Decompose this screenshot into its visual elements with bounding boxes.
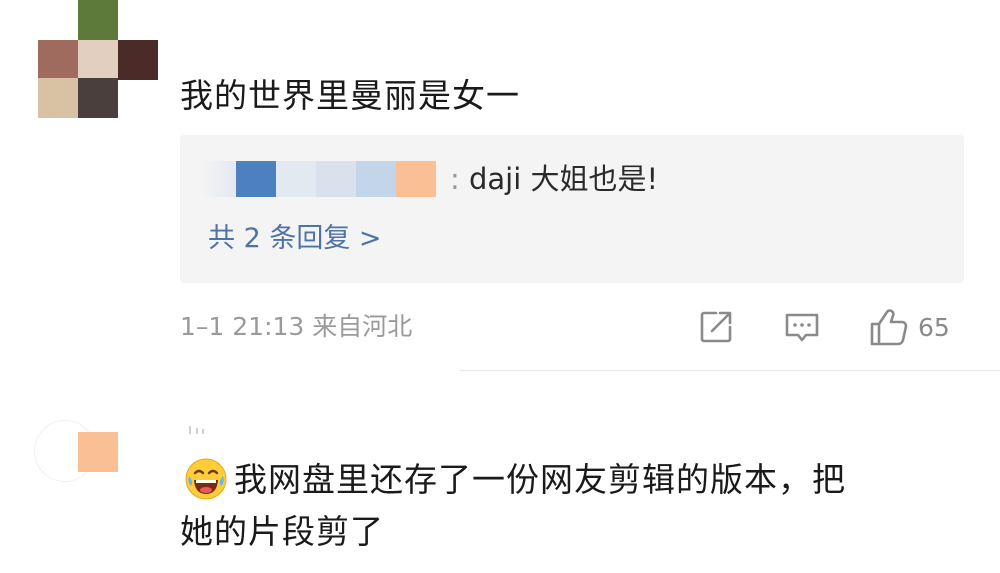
redaction-block [200,161,236,197]
like-button[interactable]: 65 [868,306,950,348]
redaction-mark [189,426,204,434]
avatar-pixel [38,78,78,118]
comment-icon [785,313,819,342]
reply-box[interactable]: : daji 大姐也是! 共 2 条回复 > [180,135,964,283]
reply-separator: : [450,162,460,196]
reply-content: daji 大姐也是! [469,162,659,196]
reply-username-redacted[interactable] [200,161,436,197]
redaction-block [316,161,356,197]
comment-text-line: 她的片段剪了 [180,512,384,551]
comment-text-line: 我网盘里还存了一份网友剪辑的版本，把 [234,460,846,499]
share-button[interactable] [696,306,736,348]
redaction-block [396,161,436,197]
reply-count-link[interactable]: 共 2 条回复 > [208,221,382,257]
redaction-block [356,161,396,197]
avatar-pixel [118,40,158,80]
like-count: 65 [918,312,950,342]
comment-meta: 1–1 21:13 来自河北 [180,312,413,341]
avatar[interactable] [78,432,118,472]
like-icon [870,309,908,346]
divider [460,370,1000,371]
avatar-pixel [78,0,118,40]
comment-button[interactable] [782,306,822,348]
reply-text: : daji 大姐也是! [450,161,658,197]
laughing-emoji-icon [185,458,227,500]
redaction-block [276,161,316,197]
avatar-pixel [38,40,78,80]
avatar-pixel [78,78,118,118]
username-redacted[interactable] [188,424,208,438]
comment-text: 我的世界里曼丽是女一 [180,76,520,115]
share-icon [700,311,732,343]
avatar[interactable] [38,0,158,118]
redaction-block [236,161,276,197]
avatar-pixel [78,40,118,80]
